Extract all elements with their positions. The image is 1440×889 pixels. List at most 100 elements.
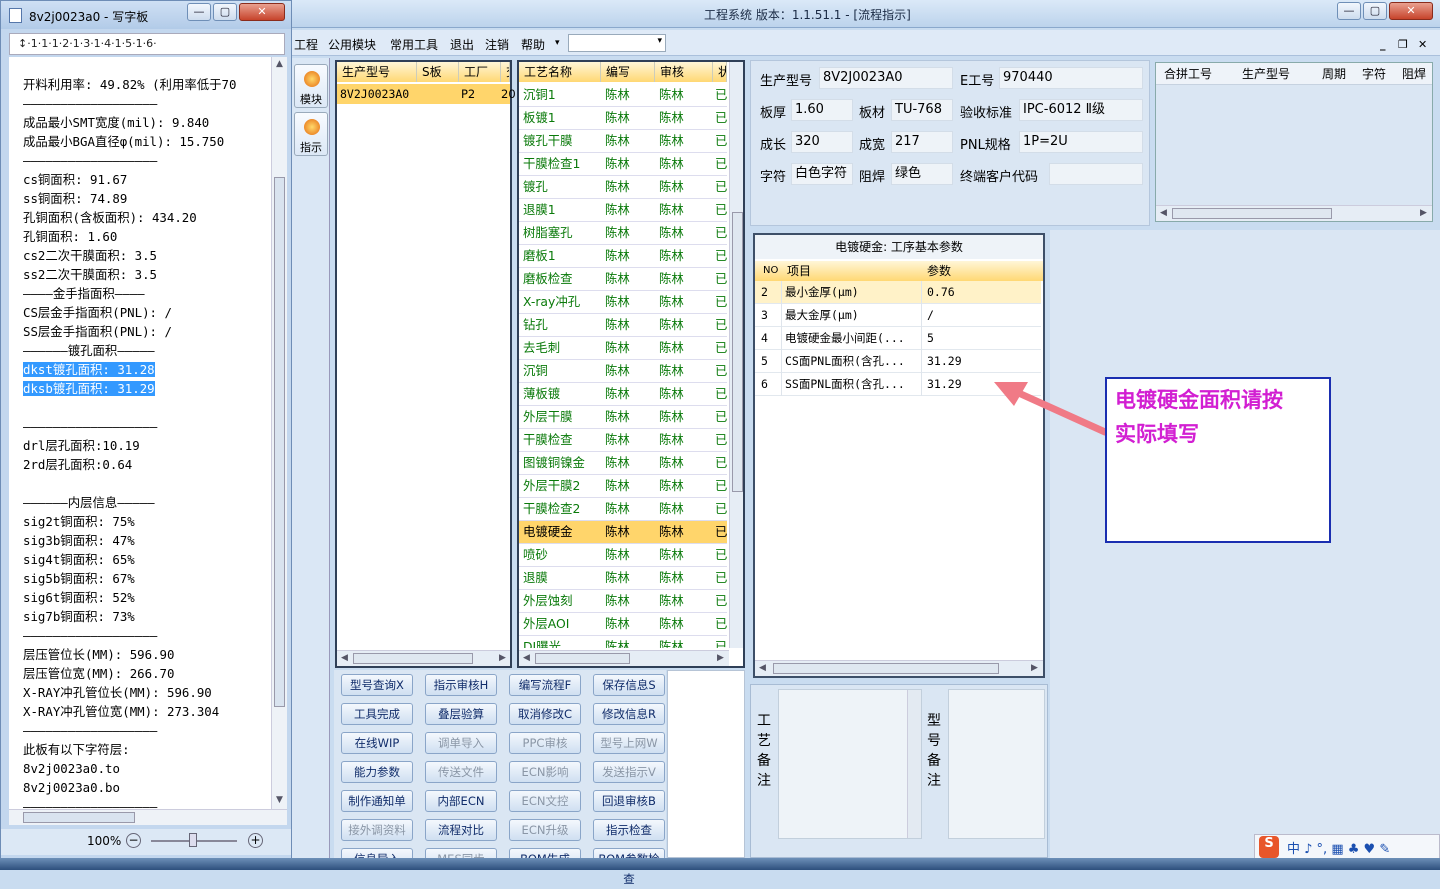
process-row[interactable]: 电镀硬金 陈林 陈林 已 xyxy=(519,521,727,544)
function-button[interactable]: 传送文件 xyxy=(425,761,497,783)
process-row[interactable]: 钻孔 陈林 陈林 已 xyxy=(519,314,727,337)
process-row[interactable]: 镀孔 陈林 陈林 已 xyxy=(519,176,727,199)
function-button[interactable]: 修改信息R xyxy=(593,703,665,725)
function-button[interactable]: ECN影响 xyxy=(509,761,581,783)
process-row[interactable]: 外层蚀刻 陈林 陈林 已 xyxy=(519,590,727,613)
process-row[interactable]: 喷砂 陈林 陈林 已 xyxy=(519,544,727,567)
function-button[interactable]: 保存信息S xyxy=(593,674,665,696)
function-button[interactable]: 在线WIP xyxy=(341,732,413,754)
function-button[interactable]: 流程对比 xyxy=(425,819,497,841)
character-field[interactable]: 白色字符 xyxy=(791,163,853,185)
function-button[interactable]: 能力参数 xyxy=(341,761,413,783)
wordpad-minimize-button[interactable]: — xyxy=(187,3,211,21)
merge-header-eno[interactable]: 合拼工号 xyxy=(1164,63,1212,85)
function-button[interactable]: 叠层验算 xyxy=(425,703,497,725)
menu-engineering[interactable]: 工程 xyxy=(294,36,318,53)
process-hscroll-thumb[interactable] xyxy=(535,653,630,664)
process-row[interactable]: 去毛刺 陈林 陈林 已 xyxy=(519,337,727,360)
merge-hscroll[interactable]: ◀ ▶ xyxy=(1156,205,1432,221)
process-row[interactable]: 退膜1 陈林 陈林 已 xyxy=(519,199,727,222)
model-note-textarea[interactable] xyxy=(948,689,1045,839)
menu-help[interactable]: 帮助 xyxy=(521,36,545,53)
main-close-button[interactable]: ✕ xyxy=(1389,2,1433,20)
function-button[interactable]: ECN升级 xyxy=(509,819,581,841)
function-button[interactable]: 型号上网W xyxy=(593,732,665,754)
header-status[interactable]: 状 xyxy=(713,62,727,82)
wordpad-vscroll[interactable]: ▲ ▼ xyxy=(271,57,287,809)
process-row[interactable]: DI曝光 陈林 陈林 已 xyxy=(519,636,727,648)
product-hscroll[interactable]: ◀ ▶ xyxy=(337,650,510,666)
product-row[interactable]: 8V2J0023A0 P2 20 xyxy=(337,84,516,104)
params-row[interactable]: 4 电镀硬金最小间距(... 5 xyxy=(755,327,1041,350)
process-row[interactable]: 沉铜1 陈林 陈林 已 xyxy=(519,84,727,107)
zoom-in-button[interactable]: + xyxy=(248,833,263,848)
process-row[interactable]: 图镀铜镍金 陈林 陈林 已 xyxy=(519,452,727,475)
wordpad-maximize-button[interactable]: ▢ xyxy=(213,3,237,21)
main-maximize-button[interactable]: ▢ xyxy=(1363,2,1387,20)
params-row[interactable]: 3 最大金厚(μm) / xyxy=(755,304,1041,327)
menu-exit[interactable]: 退出 xyxy=(450,36,474,53)
zoom-out-button[interactable]: − xyxy=(126,833,141,848)
menu-combo-select[interactable]: ▾ xyxy=(568,34,666,52)
header-writer[interactable]: 编写 xyxy=(601,62,655,82)
zoom-slider-knob[interactable] xyxy=(189,833,197,847)
header-reviewer[interactable]: 审核 xyxy=(655,62,713,82)
function-button[interactable]: 回退审核B xyxy=(593,790,665,812)
wordpad-document[interactable]: 开料利用率: 49.82% (利用率低于70 ——————————————————… xyxy=(9,57,277,809)
function-button[interactable]: PPC审核 xyxy=(509,732,581,754)
process-row[interactable]: 外层AOI 陈林 陈林 已 xyxy=(519,613,727,636)
process-row[interactable]: 外层干膜 陈林 陈林 已 xyxy=(519,406,727,429)
process-row[interactable]: 磨板检查 陈林 陈林 已 xyxy=(519,268,727,291)
params-header-value[interactable]: 参数 xyxy=(927,261,951,281)
params-hscroll[interactable]: ◀ ▶ xyxy=(755,660,1043,676)
merge-hscroll-thumb[interactable] xyxy=(1172,208,1332,219)
process-vscroll[interactable] xyxy=(729,62,743,648)
thickness-field[interactable]: 1.60 xyxy=(791,99,853,121)
process-row[interactable]: 干膜检查 陈林 陈林 已 xyxy=(519,429,727,452)
function-button[interactable]: 调单导入 xyxy=(425,732,497,754)
params-hscroll-thumb[interactable] xyxy=(773,663,999,674)
function-button[interactable]: 型号查询X xyxy=(341,674,413,696)
length-field[interactable]: 320 xyxy=(791,131,853,153)
function-button[interactable]: 工具完成 xyxy=(341,703,413,725)
process-row[interactable]: 薄板镀 陈林 陈林 已 xyxy=(519,383,727,406)
width-field[interactable]: 217 xyxy=(891,131,953,153)
process-row[interactable]: 干膜检查2 陈林 陈林 已 xyxy=(519,498,727,521)
header-due[interactable]: 交 xyxy=(501,62,510,82)
indicate-launcher-button[interactable]: 指示 xyxy=(294,112,328,156)
process-note-vscroll[interactable] xyxy=(907,690,921,838)
wordpad-ruler[interactable]: ↕·1·1·1·2·1·3·1·4·1·5·1·6· xyxy=(9,33,285,55)
menu-common-tools[interactable]: 常用工具 xyxy=(390,36,438,53)
process-row[interactable]: 退膜 陈林 陈林 已 xyxy=(519,567,727,590)
process-row[interactable]: 树脂塞孔 陈林 陈林 已 xyxy=(519,222,727,245)
pnl-field[interactable]: 1P=2U xyxy=(1019,131,1143,153)
wordpad-vscroll-thumb[interactable] xyxy=(274,177,285,707)
wordpad-close-button[interactable]: ✕ xyxy=(239,3,285,21)
params-header-no[interactable]: NO xyxy=(763,261,778,281)
process-row[interactable]: 沉铜 陈林 陈林 已 xyxy=(519,360,727,383)
model-field[interactable]: 8V2J0023A0 xyxy=(819,67,953,89)
customer-code-field[interactable] xyxy=(1049,163,1143,185)
merge-header-cycle[interactable]: 周期 xyxy=(1322,63,1346,85)
product-hscroll-thumb[interactable] xyxy=(353,653,473,664)
mdi-restore-button[interactable]: ❐ xyxy=(1398,38,1408,51)
merge-header-char[interactable]: 字符 xyxy=(1362,63,1386,85)
ime-status-icons[interactable]: 中 ♪ °, ▦ ♣ ♥ ✎ xyxy=(1287,838,1390,857)
process-row[interactable]: 镀孔干膜 陈林 陈林 已 xyxy=(519,130,727,153)
merge-header-mask[interactable]: 阻焊 xyxy=(1402,63,1426,85)
solder-mask-field[interactable]: 绿色 xyxy=(891,163,953,185)
main-minimize-button[interactable]: — xyxy=(1337,2,1361,20)
process-row[interactable]: 外层干膜2 陈林 陈林 已 xyxy=(519,475,727,498)
standard-field[interactable]: IPC-6012 Ⅱ级 xyxy=(1019,99,1143,121)
process-row[interactable]: 磨板1 陈林 陈林 已 xyxy=(519,245,727,268)
process-note-textarea[interactable] xyxy=(778,689,922,839)
function-button[interactable]: ECN文控 xyxy=(509,790,581,812)
function-button[interactable]: 指示检查 xyxy=(593,819,665,841)
mdi-close-button[interactable]: ✕ xyxy=(1418,38,1427,51)
process-row[interactable]: X-ray冲孔 陈林 陈林 已 xyxy=(519,291,727,314)
function-button[interactable]: 制作通知单 xyxy=(341,790,413,812)
header-model[interactable]: 生产型号 xyxy=(337,62,417,82)
header-factory[interactable]: 工厂 xyxy=(459,62,501,82)
mdi-minimize-button[interactable]: _ xyxy=(1380,38,1386,51)
menu-logout[interactable]: 注销 xyxy=(485,36,509,53)
